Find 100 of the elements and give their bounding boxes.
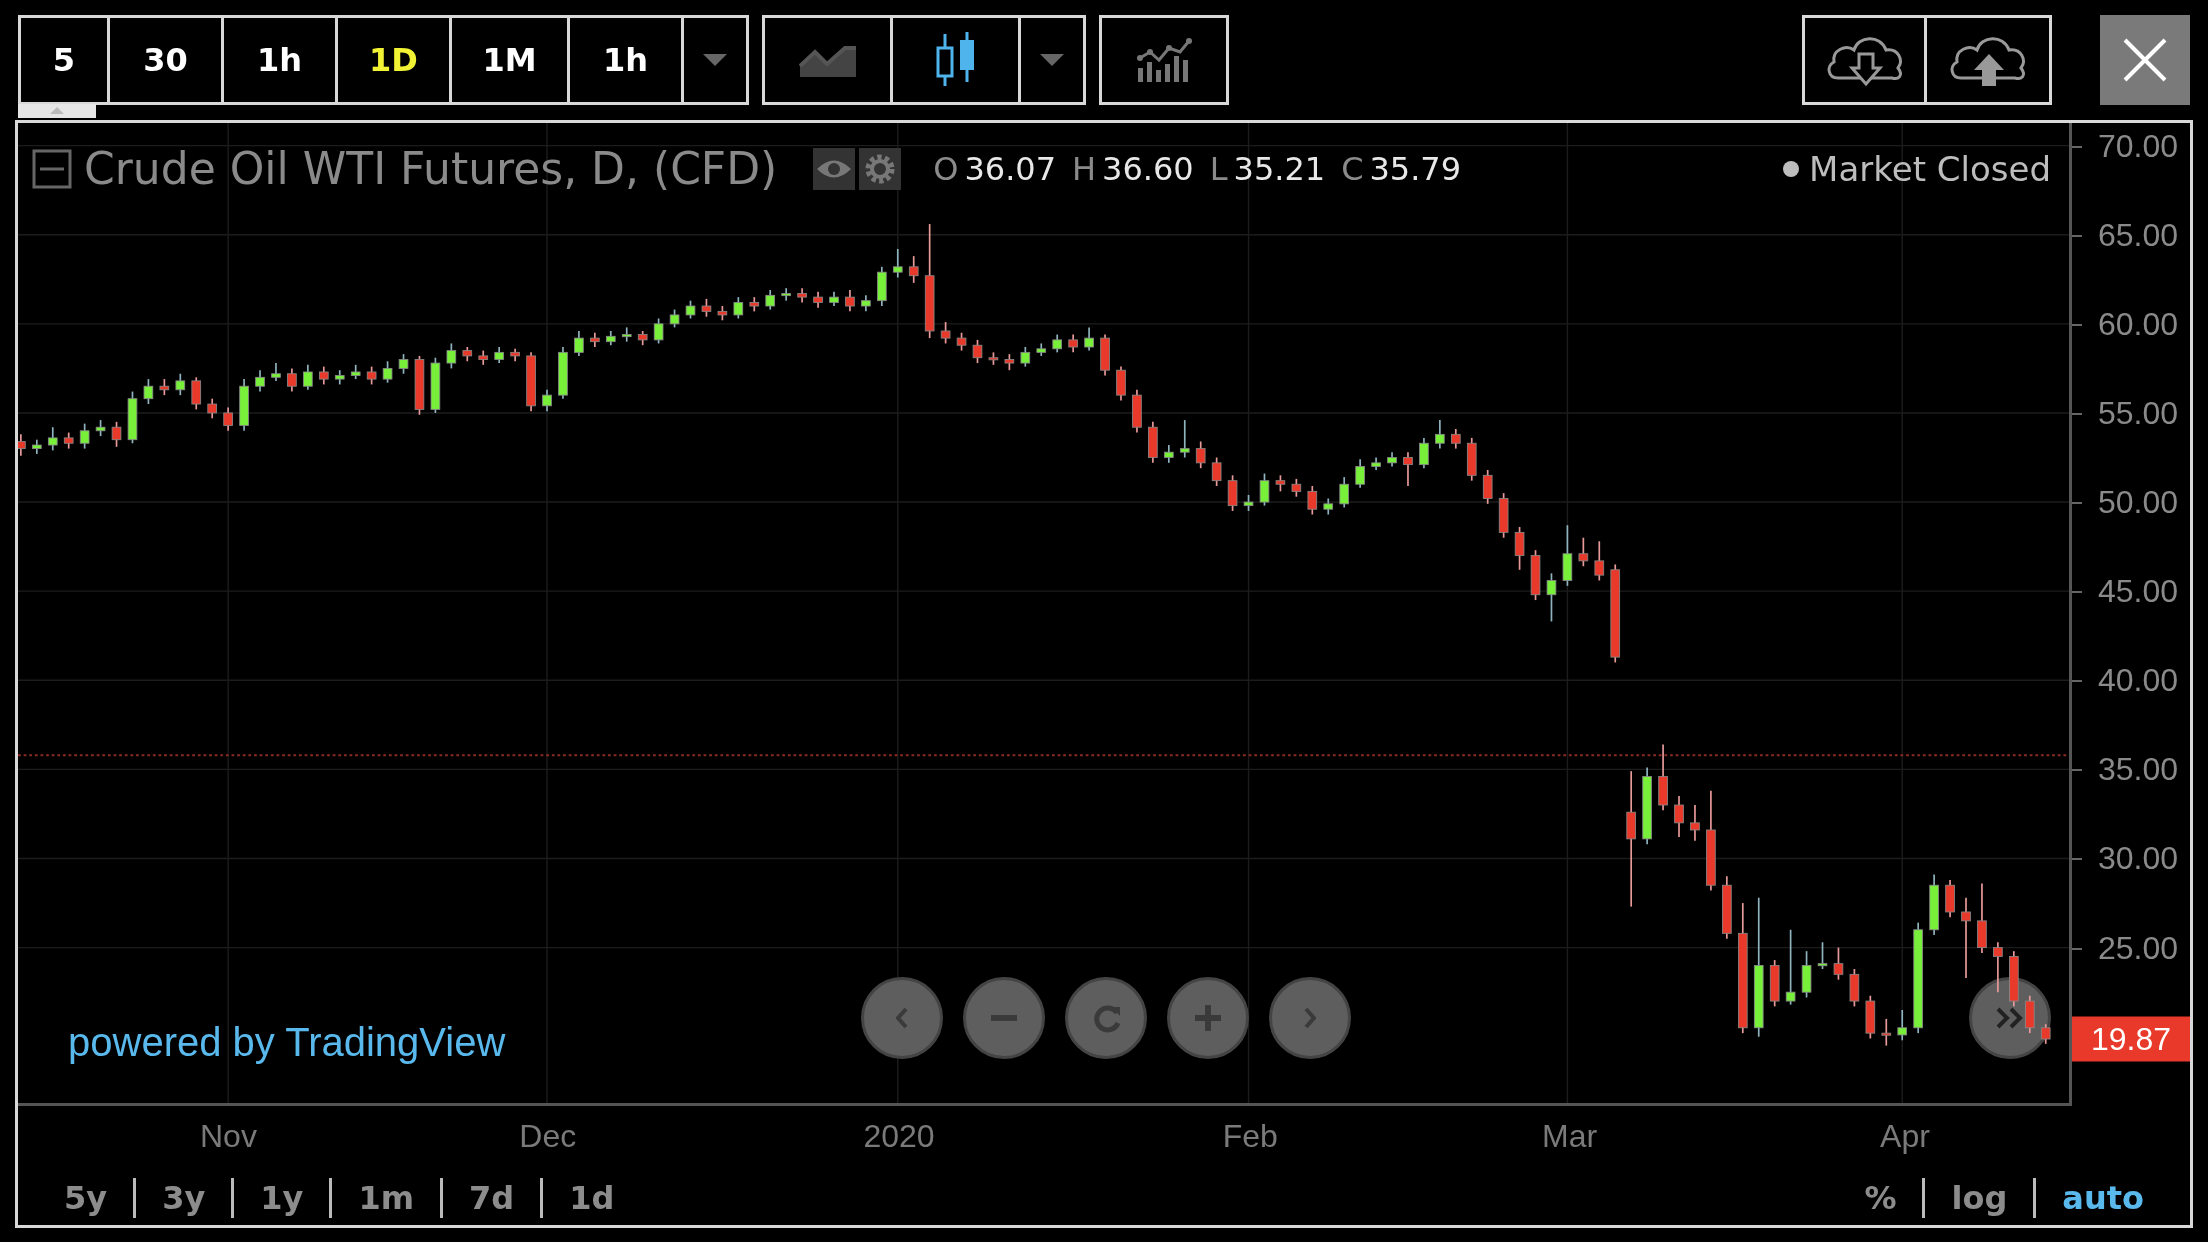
candlestick — [1211, 456, 1222, 487]
candlestick — [940, 321, 951, 345]
candlestick — [606, 330, 616, 347]
candlestick — [1068, 333, 1078, 354]
candlestick — [1849, 968, 1860, 1008]
range-button[interactable]: 1y — [234, 1179, 330, 1217]
candlestick — [63, 431, 74, 450]
candlestick — [1116, 365, 1126, 402]
candlestick — [1769, 959, 1780, 1008]
candlestick — [1339, 476, 1349, 509]
candlestick — [1929, 873, 1939, 936]
candlestick — [510, 347, 520, 363]
candlestick — [2009, 950, 2019, 1008]
candlestick — [733, 296, 744, 320]
date-label: Dec — [519, 1118, 577, 1155]
date-label: Nov — [200, 1118, 257, 1155]
candlestick — [1355, 458, 1365, 489]
candlestick — [1482, 469, 1493, 505]
candlestick — [1578, 536, 1589, 568]
candlestick — [18, 433, 26, 457]
range-button[interactable]: 3y — [136, 1179, 232, 1217]
candlestick — [1323, 497, 1334, 516]
scale-button[interactable]: % — [1838, 1179, 1923, 1217]
candlestick — [1833, 946, 1844, 981]
eye-icon — [813, 147, 856, 190]
candlestick — [1993, 941, 2003, 993]
date-label: 2020 — [863, 1118, 935, 1155]
price-label: 35.00 — [2097, 750, 2178, 788]
close-icon — [2123, 38, 2167, 82]
market-status: Market Closed — [1809, 148, 2051, 189]
range-button[interactable]: 1d — [543, 1179, 641, 1217]
bar-line-chart-icon — [1136, 38, 1192, 82]
candlestick — [1546, 572, 1557, 623]
candlestick — [988, 351, 999, 366]
candlestick — [590, 331, 600, 348]
candlestick — [526, 351, 536, 412]
candlestick — [446, 342, 457, 370]
price-label: 45.00 — [2097, 572, 2178, 610]
candlestick — [366, 365, 377, 386]
candlestick — [1275, 474, 1286, 493]
candlestick — [1817, 941, 1828, 970]
plus-icon — [1195, 1005, 1221, 1031]
candlestick — [877, 265, 887, 307]
range-button[interactable]: 5y — [38, 1179, 134, 1217]
price-label: 25.00 — [2097, 929, 2178, 967]
candlestick — [2025, 994, 2035, 1034]
candlestick — [1530, 549, 1541, 601]
candlestick — [1594, 540, 1605, 582]
candlestick — [430, 356, 441, 414]
candlestick — [350, 364, 361, 380]
candlestick — [79, 422, 90, 450]
candlestick — [239, 378, 249, 432]
price-label: 60.00 — [2097, 305, 2178, 343]
candlestick — [255, 369, 265, 393]
caret-icon — [1040, 54, 1064, 66]
scale-button[interactable]: log — [1925, 1179, 2034, 1217]
candlestick — [111, 421, 122, 448]
candlestick — [1004, 353, 1015, 372]
candlestick — [1435, 419, 1445, 450]
candlestick — [1419, 437, 1429, 470]
candlestick — [382, 360, 393, 384]
candlestick — [303, 364, 313, 391]
candlestick — [1897, 1009, 1908, 1042]
candlestick — [1195, 440, 1206, 470]
range-button[interactable]: 1m — [332, 1179, 440, 1217]
candlestick — [1179, 419, 1190, 459]
candlestick — [701, 298, 712, 318]
price-label: 40.00 — [2097, 661, 2178, 699]
current-price-tag: 19.87 — [2072, 1016, 2190, 1062]
candlestick — [175, 372, 186, 396]
candlestick — [207, 397, 217, 420]
candlestick — [2040, 1023, 2051, 1045]
candlestick — [1100, 333, 1110, 377]
price-label: 55.00 — [2097, 394, 2178, 432]
candlestick — [1307, 485, 1318, 516]
candlestick — [908, 255, 919, 284]
candlestick — [749, 296, 760, 313]
candlestick — [781, 287, 791, 302]
candlestick — [1690, 804, 1700, 842]
candlestick-icon — [935, 31, 976, 89]
candlestick — [1865, 994, 1876, 1040]
date-label: Feb — [1222, 1118, 1278, 1155]
candlestick — [1164, 444, 1174, 464]
candlestick — [861, 294, 871, 313]
candlestick — [972, 339, 983, 364]
close-button[interactable] — [2100, 15, 2190, 105]
candlestick — [95, 419, 106, 437]
candlestick — [143, 378, 154, 405]
range-button[interactable]: 7d — [443, 1179, 541, 1217]
collapse-icon — [32, 148, 72, 189]
panel-toggle-tab[interactable] — [18, 104, 96, 118]
candlestick — [1387, 451, 1397, 468]
candlestick — [1148, 421, 1158, 464]
candlestick — [717, 305, 728, 322]
candlestick — [1291, 478, 1302, 498]
candlestick — [159, 378, 170, 396]
candlestick — [1451, 428, 1461, 450]
price-label: 65.00 — [2097, 216, 2178, 254]
candlestick — [892, 248, 903, 279]
scale-button[interactable]: auto — [2036, 1179, 2170, 1217]
